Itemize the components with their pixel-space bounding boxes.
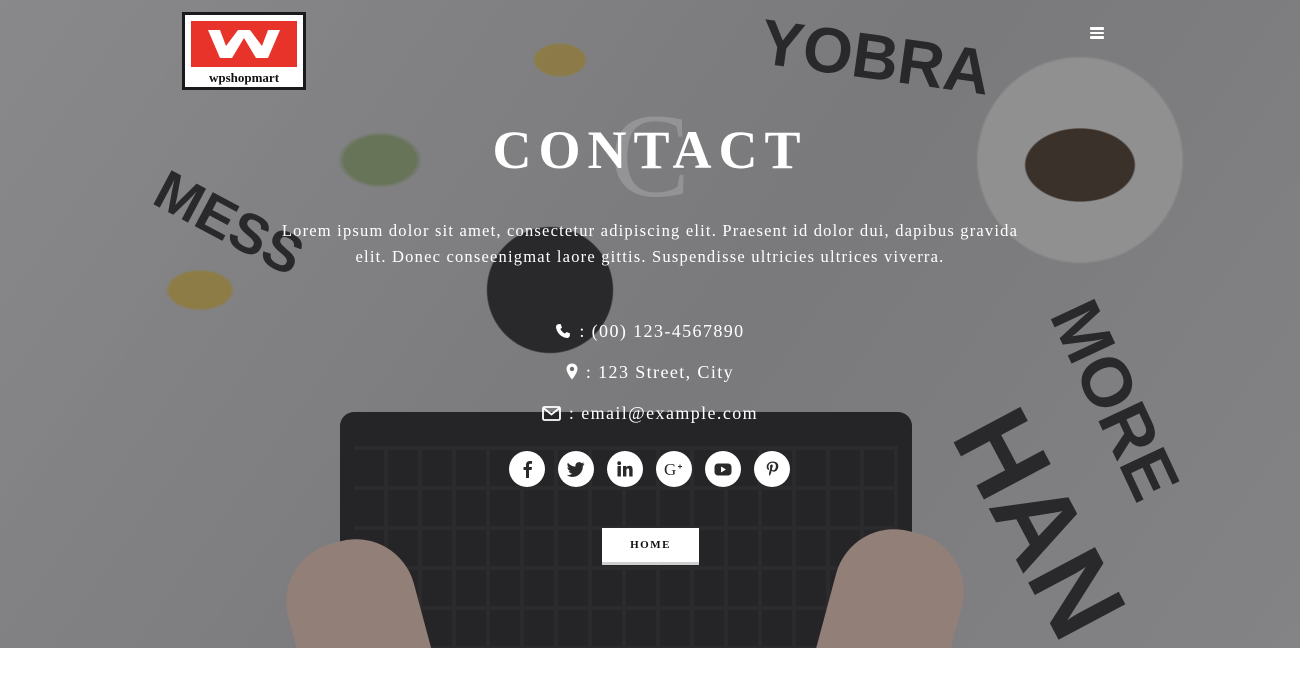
site-logo[interactable]: wpshopmart [182, 12, 306, 90]
envelope-icon [542, 406, 561, 421]
linkedin-icon [617, 461, 633, 477]
map-marker-icon [566, 363, 578, 380]
twitter-icon [567, 461, 585, 477]
twitter-button[interactable] [558, 451, 594, 487]
home-button[interactable]: HOME [602, 528, 699, 565]
google-plus-button[interactable]: G [656, 451, 692, 487]
title-block: C CONTACT [0, 89, 1300, 222]
social-links: G [509, 451, 799, 487]
description-line: Lorem ipsum dolor sit amet, consectetur … [281, 221, 1019, 240]
logo-mark [191, 21, 297, 67]
pinterest-icon [766, 461, 778, 476]
contact-address: : 123 Street, City [0, 360, 1300, 384]
email-text[interactable]: : email@example.com [569, 403, 758, 423]
svg-text:G: G [664, 461, 676, 477]
logo-w-icon [208, 30, 280, 58]
facebook-button[interactable] [509, 451, 545, 487]
logo-text: wpshopmart [208, 70, 280, 85]
page-description: Lorem ipsum dolor sit amet, consectetur … [240, 218, 1060, 270]
hamburger-menu-icon[interactable] [1090, 27, 1104, 39]
phone-text: : (00) 123-4567890 [579, 321, 745, 341]
phone-icon [556, 324, 571, 338]
youtube-button[interactable] [705, 451, 741, 487]
address-text: : 123 Street, City [585, 362, 735, 382]
contact-phone: : (00) 123-4567890 [0, 319, 1300, 343]
hero-section: YOBRA MESS MORE HAN wpshopmart C CONTACT… [0, 0, 1300, 648]
pinterest-button[interactable] [754, 451, 790, 487]
page-title: CONTACT [492, 120, 808, 180]
google-plus-icon: G [664, 461, 682, 477]
contact-email[interactable]: : email@example.com [0, 401, 1300, 425]
description-line: elit. Donec conseenigmat laore gittis. S… [355, 247, 945, 266]
linkedin-button[interactable] [607, 451, 643, 487]
facebook-icon [523, 461, 533, 478]
youtube-icon [714, 463, 732, 475]
